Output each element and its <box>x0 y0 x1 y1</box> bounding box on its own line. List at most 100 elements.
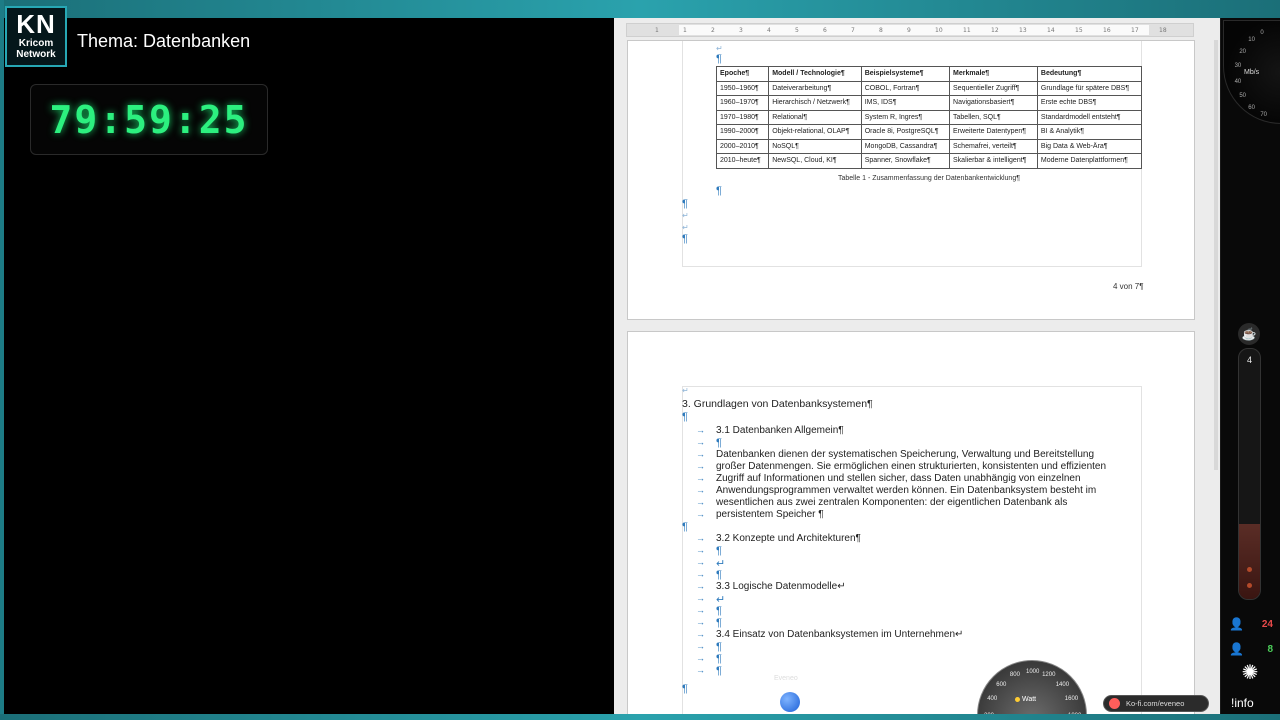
pilcrow: ¶ <box>716 605 722 617</box>
tab-arrow: → <box>696 437 705 447</box>
paragraph-line: Zugriff auf Informationen und stellen si… <box>716 473 1081 484</box>
table-caption: Tabelle 1 - Zusammenfassung der Datenban… <box>838 175 1020 182</box>
page-4[interactable]: ↵ ¶ Epoche¶ Modell / Technologie¶ Beispiel… <box>627 40 1195 320</box>
pilcrow: ¶ <box>716 569 722 581</box>
table-cell[interactable]: 1970–1980¶ <box>715 109 770 125</box>
gauge-tick: 0 <box>1260 29 1264 36</box>
table-row[interactable]: 1950–1960¶ Dateiverarbeitung¶ COBOL, Fortr… <box>715 80 1143 96</box>
table-cell[interactable]: 1990–2000¶ <box>715 124 770 140</box>
table-row[interactable]: 1960–1970¶ Hierarchisch / Netzwerk¶ IMS, I… <box>715 95 1143 111</box>
table-header-cell[interactable]: Epoche¶ <box>715 66 770 82</box>
watt-tick: 800 <box>1009 672 1020 679</box>
table-cell[interactable]: Erweiterte Datentypen¶ <box>949 124 1038 140</box>
tab-arrow: → <box>696 557 705 567</box>
table-row[interactable]: 1990–2000¶ Objekt-relational, OLAP¶ Oracle… <box>715 124 1143 140</box>
eveneo-label: Eveneo <box>774 675 798 682</box>
table-header-cell[interactable]: Merkmale¶ <box>949 66 1038 82</box>
coffee-meter: 4 <box>1238 348 1261 600</box>
ruler-tick: 14 <box>1047 27 1055 34</box>
table-cell[interactable]: Erste echte DBS¶ <box>1036 95 1143 111</box>
ruler[interactable]: 1 1 2 3 4 5 6 7 8 9 10 11 12 13 14 15 16 17 18 <box>626 23 1194 37</box>
scrollbar[interactable] <box>1214 40 1218 470</box>
table-cell[interactable]: Moderne Datenplattformen¶ <box>1036 153 1143 169</box>
pilcrow: ¶ <box>682 198 688 210</box>
table-row[interactable]: 2010–heute¶ NewSQL, Cloud, KI¶ Spanner, Sn… <box>715 153 1143 169</box>
watt-tick: 1000 <box>1026 669 1040 675</box>
bubble <box>1247 567 1252 572</box>
stats-panel: 0 10 20 30 40 50 60 70 Mb/s ☕ 4 👤 24 👤 8 ✺ !inf… <box>1220 18 1280 714</box>
table-cell[interactable]: Skalierbar & intelligent¶ <box>949 153 1038 169</box>
table-cell[interactable]: NewSQL, Cloud, KI¶ <box>768 153 862 169</box>
logo-kn: KN <box>16 9 56 39</box>
viewer-count-1: 👤 24 <box>1225 615 1277 635</box>
subheading: 3.1 Datenbanken Allgemein¶ <box>716 425 844 436</box>
table-cell[interactable]: Oracle 8i, PostgreSQL¶ <box>860 124 951 140</box>
table-cell[interactable]: Sequentieller Zugriff¶ <box>949 80 1038 96</box>
ruler-tick: 13 <box>1019 27 1027 34</box>
ruler-tick: 16 <box>1103 27 1111 34</box>
table-cell[interactable]: Tabellen, SQL¶ <box>949 109 1038 125</box>
table-cell[interactable]: Spanner, Snowflake¶ <box>860 153 951 169</box>
table-cell[interactable]: 1960–1970¶ <box>715 95 770 111</box>
table-header-cell[interactable]: Beispielsysteme¶ <box>860 66 951 82</box>
gauge-tick: 70 <box>1260 112 1267 119</box>
table-cell[interactable]: Schemafrei, verteilt¶ <box>949 138 1038 154</box>
tab-arrow: → <box>696 509 705 519</box>
gauge-tick: 10 <box>1248 37 1255 44</box>
table-cell[interactable]: Relational¶ <box>768 109 862 125</box>
pilcrow: ¶ <box>716 437 722 449</box>
pilcrow: ¶ <box>716 653 722 665</box>
table-header-cell[interactable]: Bedeutung¶ <box>1036 66 1143 82</box>
table-cell[interactable]: COBOL, Fortran¶ <box>860 80 951 96</box>
table-row[interactable]: 2000–2010¶ NoSQL¶ MongoDB, Cassandra¶ Schem… <box>715 138 1143 154</box>
table-cell[interactable]: 2000–2010¶ <box>715 138 770 154</box>
table-cell[interactable]: BI & Analytik¶ <box>1036 124 1143 140</box>
subheading: 3.4 Einsatz von Datenbanksystemen im Unt… <box>716 629 964 640</box>
table-cell[interactable]: Big Data & Web-Ära¶ <box>1036 138 1143 154</box>
paragraph-line: persistentem Speicher ¶ <box>716 509 824 520</box>
coffee-icon: ☕ <box>1238 323 1260 345</box>
bottom-accent-bar <box>0 714 1280 720</box>
countdown-timer: 79:59:25 <box>30 84 268 155</box>
table-cell[interactable]: System R, Ingres¶ <box>860 109 951 125</box>
table-cell[interactable]: Grundlage für spätere DBS¶ <box>1036 80 1143 96</box>
table-cell[interactable]: Standardmodell entsteht¶ <box>1036 109 1143 125</box>
lamp-icon <box>1015 697 1020 702</box>
document-window[interactable]: 1 1 2 3 4 5 6 7 8 9 10 11 12 13 14 15 16 17 18 ↵ ¶ Epoche¶… <box>614 18 1220 714</box>
table-cell[interactable]: Hierarchisch / Netzwerk¶ <box>768 95 862 111</box>
table-cell[interactable]: Dateiverarbeitung¶ <box>768 80 862 96</box>
tab-arrow: → <box>696 425 705 435</box>
info-command: !info <box>1231 696 1254 710</box>
watt-tick: 1600 <box>1064 696 1079 703</box>
blue-ball-icon <box>780 692 800 712</box>
table-cell[interactable]: Navigationsbasiert¶ <box>949 95 1038 111</box>
kofi-link[interactable]: Ko-fi.com/eveneo <box>1103 695 1209 712</box>
bubble <box>1247 583 1252 588</box>
paragraph-line: wesentlichen aus zwei zentralen Komponen… <box>716 497 1068 508</box>
table-header-cell[interactable]: Modell / Technologie¶ <box>768 66 862 82</box>
table-cell[interactable]: 1950–1960¶ <box>715 80 770 96</box>
viewer-count-value: 8 <box>1267 644 1273 655</box>
ruler-tick: 11 <box>963 27 971 34</box>
pilcrow: ¶ <box>682 521 688 533</box>
ruler-tick: 2 <box>711 27 715 34</box>
table-cell[interactable]: NoSQL¶ <box>768 138 862 154</box>
section-heading: 3. Grundlagen von Datenbanksystemen¶ <box>682 398 873 410</box>
table-cell[interactable]: MongoDB, Cassandra¶ <box>860 138 951 154</box>
ruler-tick: 4 <box>767 27 771 34</box>
page-number: 4 von 7¶ <box>1113 282 1144 291</box>
subheading: 3.3 Logische Datenmodelle↵ <box>716 581 846 592</box>
ruler-tick: 1 <box>655 27 659 34</box>
watt-label: Watt <box>1022 696 1037 703</box>
subheading: 3.2 Konzepte und Architekturen¶ <box>716 533 861 544</box>
history-table[interactable]: Epoche¶ Modell / Technologie¶ Beispielsyst… <box>715 66 1143 169</box>
ruler-tick: 6 <box>823 27 827 34</box>
table-cell[interactable]: IMS, IDS¶ <box>860 95 951 111</box>
page-5[interactable]: ↵ 3. Grundlagen von Datenbanksystemen¶ ¶… <box>627 331 1195 714</box>
table-cell[interactable]: 2010–heute¶ <box>715 153 770 169</box>
stream-topic: Thema: Datenbanken <box>77 31 251 51</box>
ruler-tick: 5 <box>795 27 799 34</box>
table-cell[interactable]: Objekt-relational, OLAP¶ <box>768 124 862 140</box>
ruler-tick: 15 <box>1075 27 1083 34</box>
table-row[interactable]: 1970–1980¶ Relational¶ System R, Ingres¶ Ta… <box>715 109 1143 125</box>
